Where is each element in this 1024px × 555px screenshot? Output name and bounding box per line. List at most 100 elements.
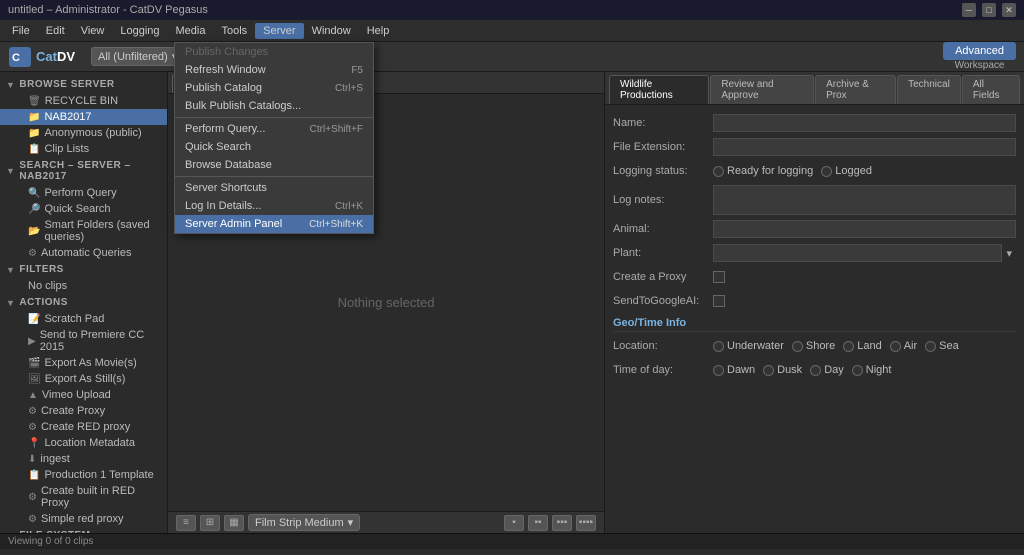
xlarge-thumb-button[interactable]: ▪▪▪▪ [576, 515, 596, 531]
menu-quick-search[interactable]: Quick Search [175, 138, 373, 156]
server-dropdown-menu: Publish Changes Refresh Window F5 Publis… [174, 42, 374, 234]
filmstrip-size-dropdown[interactable]: Film Strip Medium ▾ [248, 514, 360, 531]
grid-view-button[interactable]: ⊞ [200, 515, 220, 531]
clip-lists-icon: 📋 [28, 144, 40, 155]
list-view-button[interactable]: ≡ [176, 515, 196, 531]
radio-dawn[interactable]: Dawn [713, 364, 755, 376]
menu-server-shortcuts[interactable]: Server Shortcuts [175, 179, 373, 197]
sidebar-item-production1[interactable]: 📋 Production 1 Template [0, 467, 167, 483]
sidebar-item-simple-red[interactable]: ⚙ Simple red proxy [0, 511, 167, 527]
sidebar-item-recycle-bin[interactable]: 🗑 RECYCLE BIN [0, 93, 167, 109]
menu-window[interactable]: Window [304, 23, 359, 39]
sidebar-item-no-clips: No clips [0, 278, 167, 294]
radio-shore[interactable]: Shore [792, 340, 835, 352]
minimize-button[interactable]: ─ [962, 3, 976, 17]
menu-refresh-window[interactable]: Refresh Window F5 [175, 61, 373, 79]
field-row-google: SendToGoogleAI: [613, 291, 1016, 311]
sidebar-item-vimeo[interactable]: ▲ Vimeo Upload [0, 387, 167, 403]
sidebar-item-create-proxy[interactable]: ⚙ Create Proxy [0, 403, 167, 419]
advanced-button[interactable]: Advanced [943, 42, 1016, 60]
menu-browse-database[interactable]: Browse Database [175, 156, 373, 174]
radio-underwater[interactable]: Underwater [713, 340, 784, 352]
toolbar: C CatDV All (Unfiltered) ▾ Filter Advanc… [0, 42, 1024, 72]
name-label: Name: [613, 117, 713, 129]
sidebar-item-create-built[interactable]: ⚙ Create built in RED Proxy [0, 483, 167, 511]
radio-day[interactable]: Day [810, 364, 844, 376]
menu-log-in-details[interactable]: Log In Details... Ctrl+K [175, 197, 373, 215]
sidebar-item-send-to[interactable]: ▶ Send to Premiere CC 2015 [0, 327, 167, 355]
folder-icon: 📁 [28, 112, 40, 123]
menu-bulk-publish[interactable]: Bulk Publish Catalogs... [175, 97, 373, 115]
logo-cat: Cat [36, 49, 57, 64]
sidebar-item-auto-queries[interactable]: ⚙ Automatic Queries [0, 245, 167, 261]
sidebar-item-export-movie[interactable]: 🎬 Export As Movie(s) [0, 355, 167, 371]
extension-label: File Extension: [613, 141, 713, 153]
sidebar-item-location-meta[interactable]: 📍 Location Metadata [0, 435, 167, 451]
radio-dot-sea [925, 341, 936, 352]
sidebar-item-scratch-pad[interactable]: 📝 Scratch Pad [0, 311, 167, 327]
sidebar-item-export-stills[interactable]: 🖼 Export As Still(s) [0, 371, 167, 387]
menu-server[interactable]: Server [255, 23, 303, 39]
production-icon: 📋 [28, 470, 40, 481]
google-checkbox[interactable] [713, 295, 725, 307]
menu-logging[interactable]: Logging [112, 23, 167, 39]
menu-server-admin-panel[interactable]: Server Admin Panel Ctrl+Shift+K [175, 215, 373, 233]
menu-tools[interactable]: Tools [213, 23, 255, 39]
large-thumb-button[interactable]: ▪▪▪ [552, 515, 572, 531]
sidebar-item-create-red[interactable]: ⚙ Create RED proxy [0, 419, 167, 435]
menu-file[interactable]: File [4, 23, 38, 39]
filmstrip-view-button[interactable]: ▦ [224, 515, 244, 531]
status-bar: Viewing 0 of 0 clips [0, 533, 1024, 549]
menu-publish-catalog[interactable]: Publish Catalog Ctrl+S [175, 79, 373, 97]
movie-icon: 🎬 [28, 358, 40, 369]
menu-edit[interactable]: Edit [38, 23, 73, 39]
tab-all-fields[interactable]: All Fields [962, 75, 1020, 104]
radio-night[interactable]: Night [852, 364, 892, 376]
sidebar-item-smart-folders[interactable]: 📂 Smart Folders (saved queries) [0, 217, 167, 245]
logging-radio-group: Ready for logging Logged [713, 165, 872, 177]
maximize-button[interactable]: □ [982, 3, 996, 17]
small-thumb-button[interactable]: ▪ [504, 515, 524, 531]
menu-sep-1 [175, 117, 373, 118]
time-radio-group: Dawn Dusk Day Night [713, 364, 891, 376]
sidebar-item-quick-search[interactable]: 🔎 Quick Search [0, 201, 167, 217]
radio-air[interactable]: Air [890, 340, 917, 352]
medium-thumb-button[interactable]: ▪▪ [528, 515, 548, 531]
menu-bar: File Edit View Logging Media Tools Serve… [0, 20, 1024, 42]
radio-dot-dusk [763, 365, 774, 376]
sidebar-item-clip-lists[interactable]: 📋 Clip Lists [0, 141, 167, 157]
sidebar-item-nab2017[interactable]: 📁 NAB2017 [0, 109, 167, 125]
proxy-checkbox[interactable] [713, 271, 725, 283]
nothing-selected-text: Nothing selected [338, 295, 435, 310]
close-button[interactable]: ✕ [1002, 3, 1016, 17]
name-input[interactable] [713, 114, 1016, 132]
radio-dot-dawn [713, 365, 724, 376]
logo-icon: C [8, 46, 32, 68]
radio-sea[interactable]: Sea [925, 340, 959, 352]
extension-input[interactable] [713, 138, 1016, 156]
main-area: ▼ BROWSE SERVER 🗑 RECYCLE BIN 📁 NAB2017 … [0, 72, 1024, 533]
tab-review[interactable]: Review and Approve [710, 75, 814, 104]
smart-folder-icon: 📂 [28, 226, 40, 237]
send-icon: ▶ [28, 336, 36, 347]
lognotes-input[interactable] [713, 185, 1016, 215]
radio-land[interactable]: Land [843, 340, 881, 352]
radio-logged[interactable]: Logged [821, 165, 872, 177]
sidebar-item-perform-query[interactable]: 🔍 Perform Query [0, 185, 167, 201]
vimeo-icon: ▲ [28, 390, 38, 401]
radio-ready[interactable]: Ready for logging [713, 165, 813, 177]
plant-input[interactable] [713, 244, 1002, 262]
radio-dusk[interactable]: Dusk [763, 364, 802, 376]
animal-input[interactable] [713, 220, 1016, 238]
sidebar-item-ingest[interactable]: ⬇ ingest [0, 451, 167, 467]
sidebar-item-anonymous[interactable]: 📁 Anonymous (public) [0, 125, 167, 141]
tab-technical[interactable]: Technical [897, 75, 961, 104]
menu-help[interactable]: Help [359, 23, 398, 39]
menu-perform-query[interactable]: Perform Query... Ctrl+Shift+F [175, 120, 373, 138]
tab-archive[interactable]: Archive & Prox [815, 75, 896, 104]
field-row-name: Name: [613, 113, 1016, 133]
menu-media[interactable]: Media [168, 23, 214, 39]
plant-dropdown-icon[interactable]: ▾ [1002, 247, 1016, 260]
menu-view[interactable]: View [73, 23, 113, 39]
tab-wildlife[interactable]: Wildlife Productions [609, 75, 709, 104]
